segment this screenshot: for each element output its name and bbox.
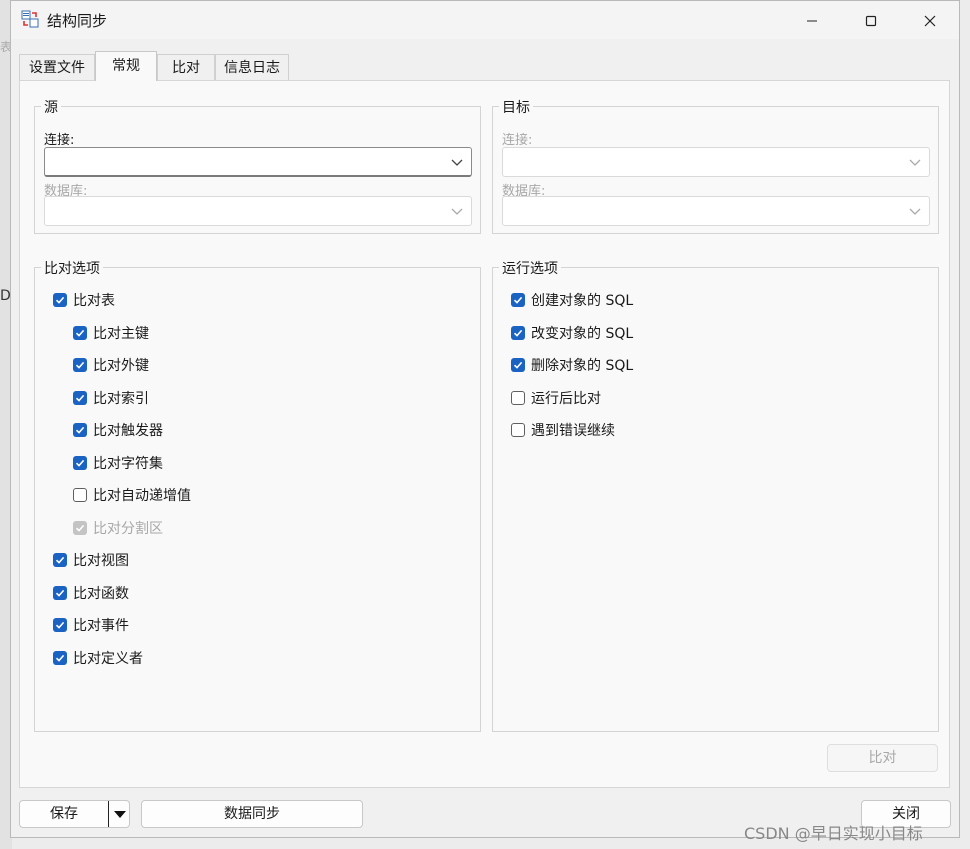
checkbox-checked-icon <box>511 358 525 372</box>
compare-options-group: 比对选项 比对表比对主键比对外键比对索引比对触发器比对字符集比对自动递增值 比对分… <box>34 258 481 732</box>
option-checkbox[interactable]: 比对自动递增值 <box>73 485 191 505</box>
caret-down-icon <box>114 811 126 818</box>
checkbox-empty-icon <box>511 423 525 437</box>
option-label: 比对定义者 <box>73 650 143 667</box>
checkbox-checked-icon <box>73 520 87 535</box>
option-checkbox[interactable]: 比对索引 <box>73 388 149 408</box>
checkbox-checked-icon <box>511 325 525 340</box>
checkbox-checked-icon <box>73 325 87 340</box>
option-label: 比对分割区 <box>93 520 163 537</box>
close-icon <box>924 15 936 27</box>
option-checkbox[interactable]: 比对视图 <box>53 550 129 570</box>
option-label: 比对主键 <box>93 325 149 342</box>
checkbox-checked-icon <box>73 455 87 470</box>
checkbox-checked-icon <box>73 390 87 405</box>
target-database-select[interactable] <box>502 196 930 226</box>
maximize-button[interactable] <box>848 7 894 35</box>
app-sync-icon <box>21 10 39 28</box>
chevron-down-icon <box>451 159 463 166</box>
option-checkbox[interactable]: 比对字符集 <box>73 453 163 473</box>
target-connection-select[interactable] <box>502 147 930 177</box>
target-connection-label: 连接: <box>502 133 533 148</box>
chevron-down-icon <box>909 208 921 215</box>
target-group: 目标 连接: 数据库: <box>492 97 939 234</box>
option-label: 删除对象的 SQL <box>531 358 634 374</box>
checkbox-checked-icon <box>53 618 67 632</box>
compare-button[interactable]: 比对 <box>827 744 938 772</box>
minimize-icon <box>807 20 817 22</box>
compare-options-title: 比对选项 <box>41 258 103 278</box>
checkbox-checked-icon <box>53 293 67 307</box>
option-label: 比对外键 <box>93 358 149 374</box>
chevron-down-icon <box>451 208 463 215</box>
option-checkbox: 比对分割区 <box>73 518 163 538</box>
run-options-title: 运行选项 <box>499 258 561 278</box>
option-checkbox[interactable]: 改变对象的 SQL <box>511 323 633 343</box>
option-label: 改变对象的 SQL <box>531 325 634 342</box>
source-connection-select[interactable] <box>44 147 472 177</box>
window-title: 结构同步 <box>47 12 108 30</box>
source-group: 源 连接: 数据库: <box>34 97 481 234</box>
option-label: 比对索引 <box>93 390 149 407</box>
option-checkbox[interactable]: 比对外键 <box>73 355 149 375</box>
tab-message-log[interactable]: 信息日志 <box>215 54 289 80</box>
structure-sync-dialog: 结构同步 设置文件 常规 比对 信息日志 源 连接: 数据库: 目标 连接: 数… <box>10 0 960 838</box>
option-label: 遇到错误继续 <box>531 423 615 439</box>
maximize-icon <box>865 15 877 27</box>
checkbox-checked-icon <box>53 553 67 567</box>
checkbox-checked-icon <box>53 585 67 600</box>
tab-settings-file[interactable]: 设置文件 <box>19 54 95 80</box>
title-bar[interactable]: 结构同步 <box>11 1 959 39</box>
tab-general[interactable]: 常规 <box>95 51 157 81</box>
data-sync-button[interactable]: 数据同步 <box>141 800 363 828</box>
option-label: 比对自动递增值 <box>93 488 191 504</box>
option-checkbox[interactable]: 比对定义者 <box>53 648 143 668</box>
watermark: CSDN @早日实现小目标 <box>744 824 923 843</box>
checkbox-checked-icon <box>73 358 87 372</box>
source-database-select[interactable] <box>44 196 472 226</box>
checkbox-checked-icon <box>511 293 525 307</box>
chevron-down-icon <box>909 159 921 166</box>
source-connection-label: 连接: <box>44 133 75 148</box>
tab-compare[interactable]: 比对 <box>157 54 215 80</box>
save-button-label: 保存 <box>50 806 78 822</box>
option-checkbox[interactable]: 比对触发器 <box>73 420 163 440</box>
minimize-button[interactable] <box>789 7 835 35</box>
option-checkbox[interactable]: 删除对象的 SQL <box>511 355 633 375</box>
checkbox-empty-icon <box>511 390 525 405</box>
run-options-group: 运行选项 创建对象的 SQL 改变对象的 SQL 删除对象的 SQL 运行后比对遇到错… <box>492 258 939 732</box>
checkbox-empty-icon <box>73 488 87 502</box>
checkbox-checked-icon <box>53 650 67 665</box>
option-label: 比对触发器 <box>93 423 163 439</box>
option-label: 运行后比对 <box>531 390 601 407</box>
source-group-title: 源 <box>41 97 61 117</box>
option-checkbox[interactable]: 比对事件 <box>53 615 129 635</box>
close-window-button[interactable] <box>907 7 953 35</box>
option-checkbox[interactable]: 遇到错误继续 <box>511 420 615 440</box>
option-checkbox[interactable]: 运行后比对 <box>511 388 601 408</box>
general-tab-panel: 源 连接: 数据库: 目标 连接: 数据库: 比对选项 比对表 比对主键 比对外… <box>19 80 950 788</box>
save-split-button[interactable]: 保存 <box>19 800 130 828</box>
option-checkbox[interactable]: 比对函数 <box>53 583 129 603</box>
option-label: 比对视图 <box>73 553 129 569</box>
target-group-title: 目标 <box>499 97 533 117</box>
option-label: 比对表 <box>73 293 115 309</box>
option-label: 创建对象的 SQL <box>531 293 634 309</box>
option-checkbox[interactable]: 比对表 <box>53 290 115 310</box>
option-label: 比对字符集 <box>93 455 163 472</box>
option-checkbox[interactable]: 比对主键 <box>73 323 149 343</box>
checkbox-checked-icon <box>73 423 87 437</box>
option-label: 比对函数 <box>73 585 129 602</box>
save-dropdown-toggle[interactable] <box>108 801 131 827</box>
option-checkbox[interactable]: 创建对象的 SQL <box>511 290 633 310</box>
option-label: 比对事件 <box>73 618 129 634</box>
